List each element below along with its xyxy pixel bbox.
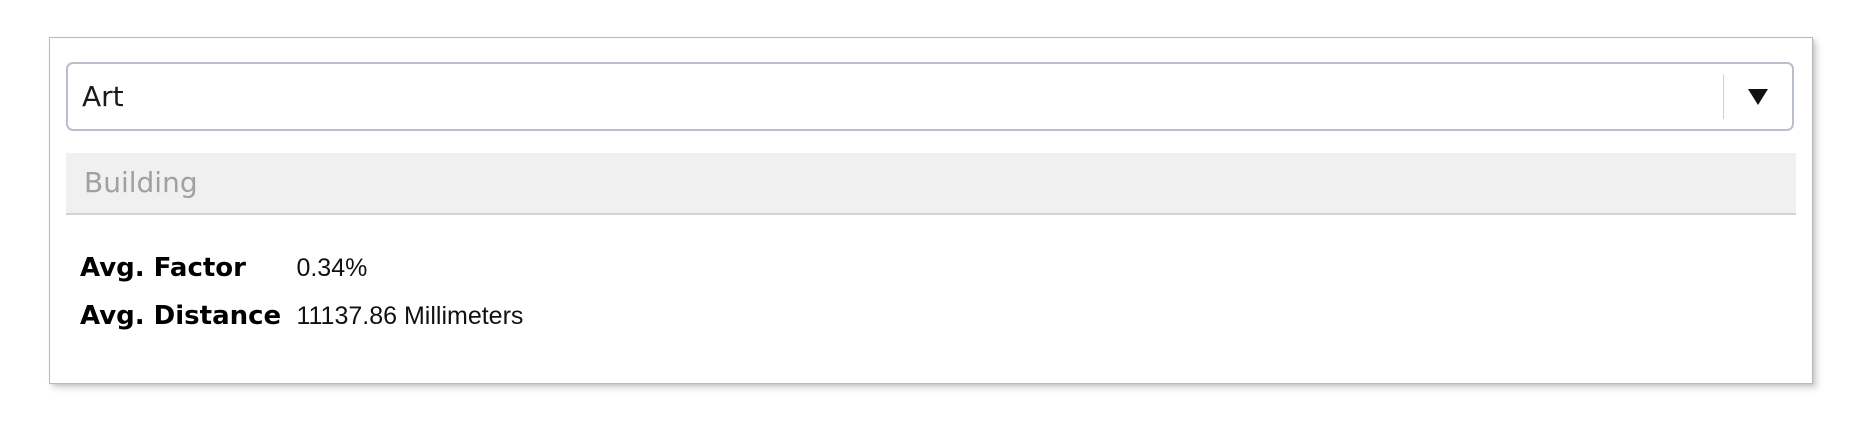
section-header: Building: [66, 153, 1796, 215]
dropdown-selected-value: Art: [82, 80, 124, 113]
property-value: 11137.86 Millimeters: [296, 302, 524, 330]
property-label: Avg. Factor: [80, 253, 246, 283]
section-title: Building: [84, 166, 198, 199]
property-label: Avg. Distance: [80, 301, 282, 331]
triangle-down-icon: [1748, 88, 1768, 105]
category-dropdown[interactable]: Art: [66, 62, 1794, 131]
dropdown-toggle-button[interactable]: [1724, 64, 1792, 129]
property-row-avg-factor: Avg. Factor 0.34%: [80, 248, 367, 288]
property-value: 0.34%: [296, 254, 368, 282]
properties-panel: Art Building Avg. Factor 0.34% Avg. Dist…: [49, 37, 1813, 384]
property-row-avg-distance: Avg. Distance 11137.86 Millimeters: [80, 296, 523, 336]
